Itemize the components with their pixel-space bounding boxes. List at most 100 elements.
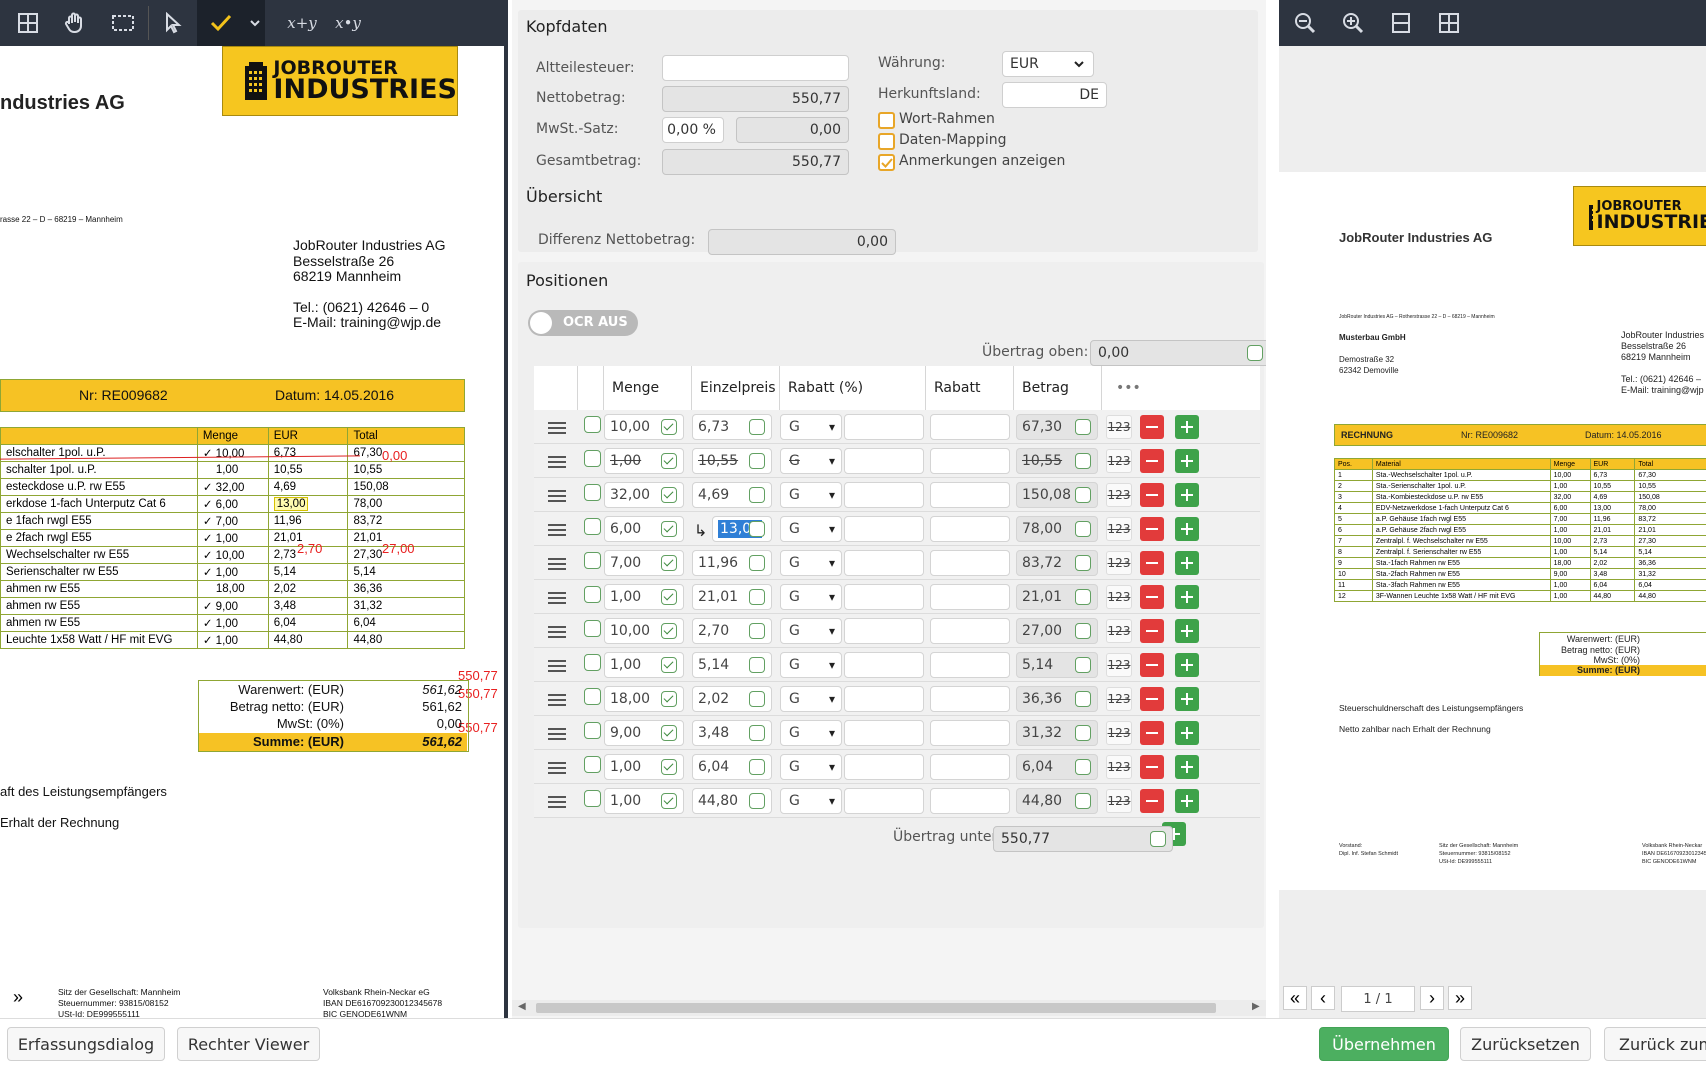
einzelpreis-input[interactable]: 5,14 [692, 652, 772, 678]
ocr-toggle[interactable]: OCR AUS [528, 310, 638, 336]
confirm-checkbox[interactable] [661, 725, 677, 741]
row-select-checkbox[interactable] [584, 620, 601, 637]
menge-input[interactable]: 9,00 [604, 720, 684, 746]
add-row-button[interactable] [1175, 789, 1199, 813]
remove-row-button[interactable] [1140, 653, 1164, 677]
betrag-input[interactable]: 83,72 [1016, 550, 1098, 576]
row-select-checkbox[interactable] [584, 416, 601, 433]
gesamt-input[interactable]: 550,77 [662, 149, 849, 175]
left-document-viewer[interactable]: x+y x•y JOBROUTER INDUSTRIES ndustries AG… [0, 0, 508, 1018]
drag-handle-icon[interactable] [548, 490, 566, 502]
add-row-button[interactable] [1175, 619, 1199, 643]
rabatt-type-select[interactable]: G [780, 754, 842, 780]
next-page-icon[interactable]: › [1420, 986, 1444, 1010]
betrag-input[interactable]: 27,00 [1016, 618, 1098, 644]
confirm-checkbox[interactable] [749, 793, 765, 809]
confirm-checkbox[interactable] [661, 555, 677, 571]
zoom-in-icon[interactable] [1337, 0, 1369, 46]
row-select-checkbox[interactable] [584, 756, 601, 773]
confirm-checkbox[interactable] [661, 419, 677, 435]
confirm-checkbox[interactable] [749, 589, 765, 605]
einzelpreis-input[interactable]: 10,55 [692, 448, 772, 474]
remove-row-button[interactable] [1140, 517, 1164, 541]
row-select-checkbox[interactable] [584, 688, 601, 705]
zuruecksetzen-button[interactable]: Zurücksetzen [1460, 1027, 1591, 1061]
add-row-button[interactable] [1175, 687, 1199, 711]
herkunft-input[interactable]: DE [1002, 82, 1107, 108]
rabatt-percent-input[interactable] [844, 516, 924, 542]
row-select-checkbox[interactable] [584, 484, 601, 501]
altteilesteuer-input[interactable] [662, 55, 849, 81]
rabatt-type-select[interactable]: G [780, 448, 842, 474]
einzelpreis-input[interactable]: 2,02 [692, 686, 772, 712]
remove-row-button[interactable] [1140, 721, 1164, 745]
anmerkungen-checkbox[interactable] [878, 154, 895, 171]
mwst-percent-input[interactable]: 0,00 % [662, 117, 724, 143]
rabatt-input[interactable] [930, 788, 1010, 814]
remove-row-button[interactable] [1140, 789, 1164, 813]
betrag-input[interactable]: 10,55 [1016, 448, 1098, 474]
sum-formula-button[interactable]: x+y [282, 0, 322, 46]
pointer-icon[interactable] [155, 0, 191, 46]
horizontal-scrollbar[interactable]: ◀ ▶ [512, 1000, 1266, 1016]
add-row-button[interactable] [1175, 551, 1199, 575]
hand-tool-icon[interactable] [57, 0, 93, 46]
einzelpreis-input[interactable]: 13,00 [712, 516, 772, 542]
betrag-input[interactable]: 6,04 [1016, 754, 1098, 780]
ocr-number-icon[interactable]: 123 [1106, 415, 1132, 439]
confirm-checkbox[interactable] [749, 555, 765, 571]
confirm-checkbox[interactable] [749, 623, 765, 639]
confirm-checkbox[interactable] [749, 453, 765, 469]
drag-handle-icon[interactable] [548, 694, 566, 706]
rabatt-type-select[interactable]: G [780, 414, 842, 440]
menge-input[interactable]: 32,00 [604, 482, 684, 508]
menge-input[interactable]: 1,00 [604, 754, 684, 780]
confirm-checkbox[interactable] [749, 725, 765, 741]
drag-handle-icon[interactable] [548, 422, 566, 434]
erfassungsdialog-button[interactable]: Erfassungsdialog [7, 1027, 165, 1061]
fit-page-icon[interactable] [1433, 0, 1465, 46]
mwst-value-input[interactable]: 0,00 [736, 117, 849, 143]
fit-page-icon[interactable] [10, 0, 46, 46]
ocr-number-icon[interactable]: 123 [1106, 449, 1132, 473]
menge-input[interactable]: 10,00 [604, 414, 684, 440]
rabatt-percent-input[interactable] [844, 686, 924, 712]
row-select-checkbox[interactable] [584, 790, 601, 807]
einzelpreis-input[interactable]: 2,70 [692, 618, 772, 644]
rabatt-input[interactable] [930, 448, 1010, 474]
remove-row-button[interactable] [1140, 619, 1164, 643]
add-row-button[interactable] [1175, 721, 1199, 745]
confirm-checkbox[interactable] [1075, 419, 1091, 435]
add-row-button[interactable] [1175, 585, 1199, 609]
menge-input[interactable]: 7,00 [604, 550, 684, 576]
remove-row-button[interactable] [1140, 551, 1164, 575]
waehrung-select[interactable]: EUR [1002, 51, 1094, 77]
rabatt-type-select[interactable]: G [780, 482, 842, 508]
confirm-checkbox[interactable] [1075, 691, 1091, 707]
menge-input[interactable]: 1,00 [604, 788, 684, 814]
remove-row-button[interactable] [1140, 449, 1164, 473]
rabatt-input[interactable] [930, 686, 1010, 712]
page-indicator[interactable]: 1 / 1 [1341, 986, 1415, 1012]
drag-handle-icon[interactable] [548, 796, 566, 808]
confirm-checkbox[interactable] [661, 521, 677, 537]
rabatt-input[interactable] [930, 754, 1010, 780]
menge-input[interactable]: 1,00 [604, 652, 684, 678]
rabatt-input[interactable] [930, 720, 1010, 746]
confirm-checkbox[interactable] [1075, 759, 1091, 775]
drag-handle-icon[interactable] [548, 558, 566, 570]
einzelpreis-input[interactable]: 3,48 [692, 720, 772, 746]
add-row-button[interactable] [1175, 653, 1199, 677]
double-chevron-right-icon[interactable]: » [6, 985, 30, 1009]
rabatt-input[interactable] [930, 482, 1010, 508]
netto-input[interactable]: 550,77 [662, 86, 849, 112]
ocr-number-icon[interactable]: 123 [1106, 483, 1132, 507]
confirm-checkbox[interactable] [749, 521, 765, 537]
rabatt-input[interactable] [930, 516, 1010, 542]
prev-page-icon[interactable]: ‹ [1311, 986, 1335, 1010]
confirm-checkbox[interactable] [1075, 555, 1091, 571]
drag-handle-icon[interactable] [548, 524, 566, 536]
confirm-checkbox[interactable] [661, 623, 677, 639]
confirm-checkbox[interactable] [1075, 487, 1091, 503]
betrag-input[interactable]: 150,08 [1016, 482, 1098, 508]
